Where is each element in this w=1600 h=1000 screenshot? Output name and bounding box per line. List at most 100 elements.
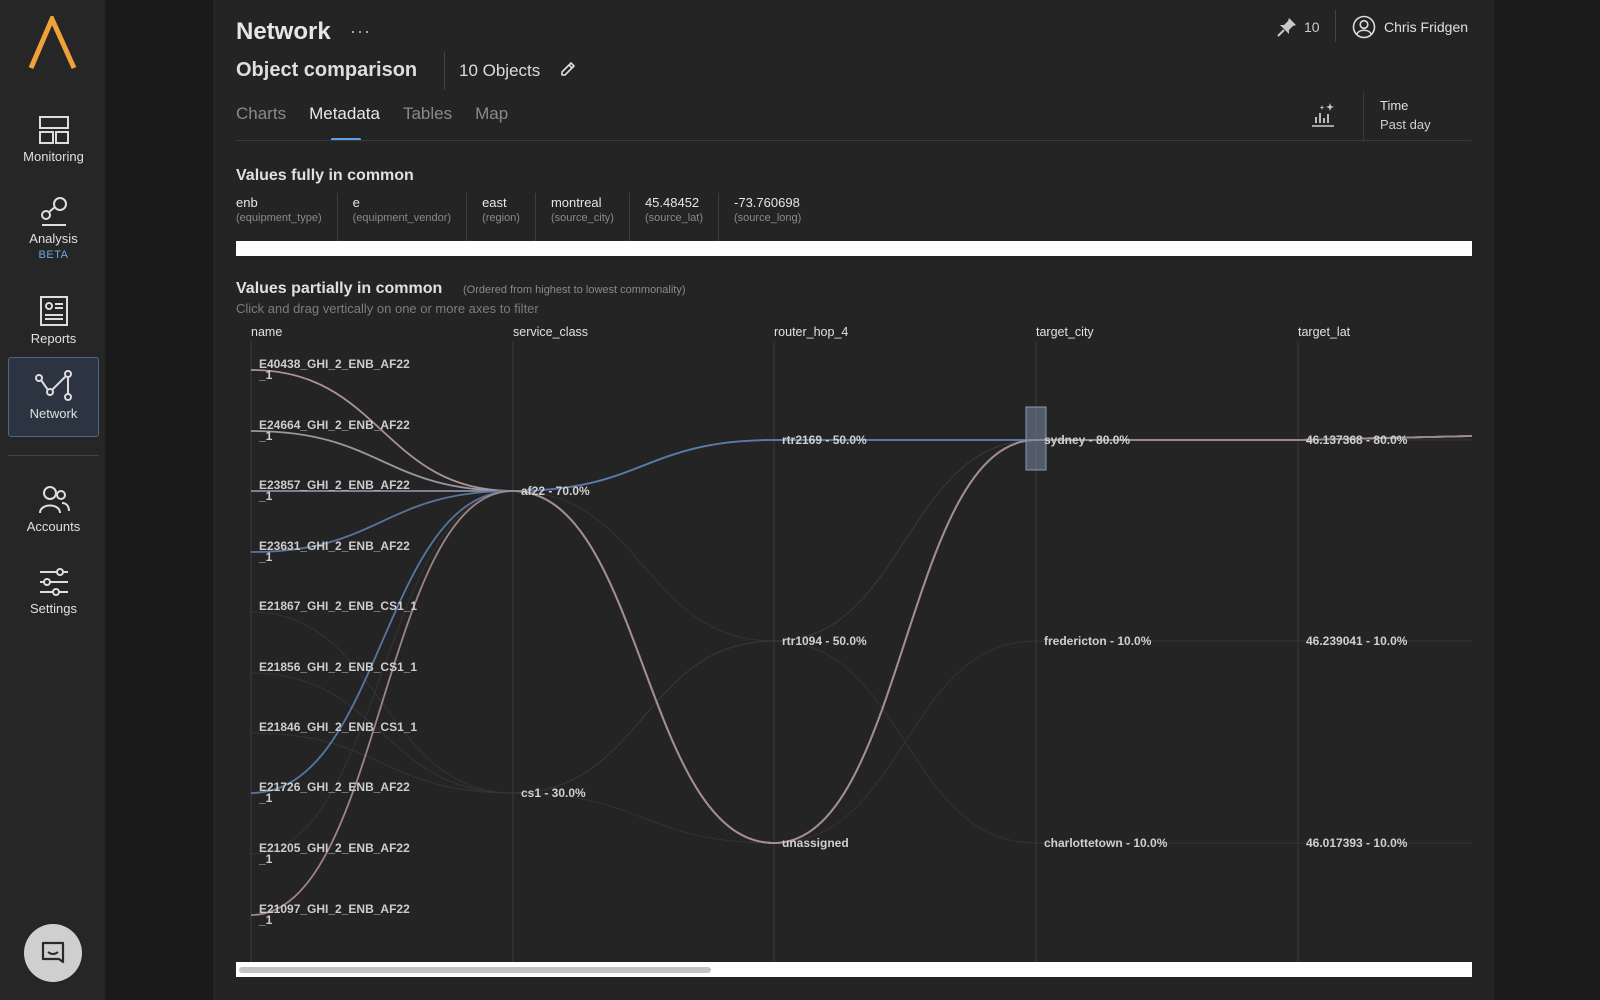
- axis-tick-label: rtr2169 - 50.0%: [782, 433, 867, 447]
- parallel-coordinates-chart[interactable]: name service_class router_hop_4 target_city…: [236, 320, 1472, 964]
- page-title: Network: [236, 18, 331, 45]
- tab-bar: Charts Metadata Tables Map: [236, 104, 508, 141]
- axis-title: target_city: [1036, 325, 1094, 339]
- object-count: 10 Objects: [459, 61, 541, 80]
- common-value-key: (region): [482, 212, 520, 224]
- axis-title: router_hop_4: [774, 325, 848, 339]
- title-more-button[interactable]: ···: [350, 21, 371, 42]
- pencil-icon[interactable]: [559, 60, 577, 78]
- analysis-icon: [40, 197, 67, 226]
- name-tick-label: E24664_GHI_2_ENB_AF22 _1: [258, 418, 410, 443]
- sidebar: Monitoring Analysis BETA Reports Network…: [0, 0, 106, 1000]
- logo-icon[interactable]: [28, 16, 80, 70]
- axis-title: service_class: [513, 325, 588, 339]
- sidebar-item-label: Network: [29, 406, 78, 421]
- full-common-title: Values fully in common: [236, 167, 414, 184]
- sidebar-item-network[interactable]: Network: [8, 357, 99, 437]
- common-value-item: east (region): [466, 193, 535, 241]
- sidebar-item-reports[interactable]: Reports: [8, 282, 99, 362]
- sidebar-item-label: Analysis: [29, 231, 78, 246]
- name-tick-label: E23857_GHI_2_ENB_AF22 _1: [258, 478, 410, 503]
- common-values-list: enb (equipment_type) e (equipment_vendor…: [236, 193, 816, 241]
- sidebar-item-label: Monitoring: [23, 149, 84, 164]
- data-line: [250, 435, 1472, 794]
- sidebar-item-settings[interactable]: Settings: [8, 554, 99, 634]
- header-divider: [1335, 10, 1336, 42]
- name-tick-label: E21856_GHI_2_ENB_CS1_1: [259, 660, 417, 674]
- axis-tick-label: sydney - 80.0%: [1044, 433, 1130, 447]
- common-value: montreal: [550, 195, 602, 210]
- report-icon: [39, 296, 68, 326]
- axis-tick-label: fredericton - 10.0%: [1044, 634, 1152, 648]
- common-value: east: [482, 195, 507, 210]
- axis-filter-brush: [1025, 406, 1047, 471]
- common-value-item: montreal (source_city): [534, 193, 629, 241]
- axis-title: name: [251, 325, 282, 339]
- common-values-scroll-track[interactable]: [236, 241, 1472, 256]
- axis-tick-label: cs1 - 30.0%: [521, 786, 586, 800]
- dashboard-icon: [38, 116, 69, 144]
- common-value-key: (equipment_type): [236, 212, 322, 224]
- main-panel: Network ··· Object comparison 10 Objects…: [213, 0, 1494, 1000]
- time-range-selector[interactable]: Past day: [1380, 117, 1431, 132]
- tab-map[interactable]: Map: [475, 104, 508, 140]
- common-value: enb: [236, 195, 258, 210]
- axis-tick-label: 46.239041 - 10.0%: [1306, 634, 1408, 648]
- data-line: [250, 640, 1472, 844]
- name-tick-label: E21097_GHI_2_ENB_AF22 _1: [258, 902, 410, 927]
- tab-metadata[interactable]: Metadata: [309, 104, 380, 141]
- time-divider: [1363, 92, 1364, 142]
- common-value-item: -73.760698 (source_long): [718, 193, 816, 241]
- common-value-key: (source_city): [550, 212, 614, 224]
- partial-common-title: Values partially in common: [236, 280, 443, 297]
- chart-scroll-thumb[interactable]: [239, 967, 711, 973]
- axis-title: target_lat: [1298, 325, 1351, 339]
- users-icon: [38, 486, 70, 514]
- tab-charts[interactable]: Charts: [236, 104, 286, 140]
- sidebar-item-label: Accounts: [26, 519, 81, 534]
- common-value-key: (source_lat): [644, 212, 704, 224]
- sidebar-divider: [8, 455, 99, 456]
- pin-icon: [1277, 18, 1296, 37]
- right-gutter: [1494, 0, 1600, 1000]
- data-line: [250, 435, 1472, 553]
- name-tick-label: E21205_GHI_2_ENB_AF22 _1: [258, 841, 410, 866]
- pin-button[interactable]: 10: [1276, 14, 1320, 40]
- axis-tick-label: 46.017393 - 10.0%: [1306, 836, 1408, 850]
- common-value-key: (source_long): [734, 212, 802, 224]
- time-label: Time: [1380, 98, 1409, 113]
- common-value: e: [352, 195, 360, 210]
- partial-common-note: (Ordered from highest to lowest commonal…: [463, 284, 686, 296]
- common-value-item: enb (equipment_type): [236, 193, 337, 241]
- common-value-item: e (equipment_vendor): [336, 193, 466, 241]
- name-tick-label: E21846_GHI_2_ENB_CS1_1: [259, 720, 417, 734]
- sidebar-item-analysis[interactable]: Analysis BETA: [8, 182, 99, 262]
- beta-badge: BETA: [38, 249, 69, 261]
- partial-common-hint: Click and drag vertically on one or more…: [236, 301, 539, 316]
- axis-tick-label: 46.137368 - 80.0%: [1306, 433, 1408, 447]
- chat-icon: [41, 941, 65, 964]
- name-tick-label: E21726_GHI_2_ENB_AF22 _1: [258, 780, 410, 805]
- name-tick-label: E21867_GHI_2_ENB_CS1_1: [259, 599, 417, 613]
- sidebar-item-label: Settings: [30, 601, 77, 616]
- sidebar-item-accounts[interactable]: Accounts: [8, 472, 99, 552]
- sidebar-item-label: Reports: [30, 331, 77, 346]
- axis-tick-label: charlottetown - 10.0%: [1044, 836, 1168, 850]
- axis-tick-label: unassigned: [782, 836, 849, 850]
- tab-tables[interactable]: Tables: [403, 104, 452, 140]
- axis-tick-label: rtr1094 - 50.0%: [782, 634, 867, 648]
- pin-count: 10: [1304, 19, 1320, 35]
- common-value-key: (equipment_vendor): [352, 212, 452, 224]
- insights-chart-icon[interactable]: [1310, 101, 1336, 129]
- user-name: Chris Fridgen: [1384, 19, 1469, 35]
- common-value-item: 45.48452 (source_lat): [628, 193, 718, 241]
- axis-tick-label: af22 - 70.0%: [521, 484, 590, 498]
- sidebar-item-monitoring[interactable]: Monitoring: [8, 102, 99, 182]
- common-value: -73.760698: [734, 195, 800, 210]
- name-tick-label: E40438_GHI_2_ENB_AF22 _1: [258, 357, 410, 382]
- user-menu[interactable]: Chris Fridgen: [1352, 14, 1468, 40]
- chat-button[interactable]: [24, 924, 82, 982]
- sliders-icon: [39, 568, 68, 596]
- page-subtitle: Object comparison: [236, 59, 418, 81]
- data-line: [250, 439, 1472, 794]
